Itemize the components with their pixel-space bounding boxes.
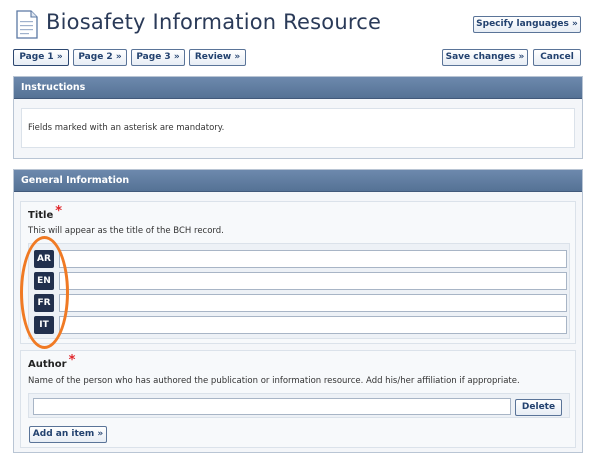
title-label-text: Title (28, 210, 54, 221)
page-title: Biosafety Information Resource (46, 10, 382, 34)
title-input-ar[interactable] (59, 250, 567, 268)
title-input-fr[interactable] (59, 294, 567, 312)
instructions-text: Fields marked with an asterisk are manda… (28, 123, 225, 133)
title-label: Title * (28, 204, 63, 222)
delete-author-button[interactable]: Delete (515, 399, 562, 416)
language-highlight-ring (20, 236, 69, 349)
general-information-heading: General Information (14, 170, 582, 192)
specify-languages-button[interactable]: Specify languages » (473, 16, 581, 33)
tab-page-3[interactable]: Page 3 » (131, 49, 185, 66)
author-input[interactable] (33, 398, 511, 415)
author-help-text: Name of the person who has authored the … (28, 376, 520, 386)
save-changes-button[interactable]: Save changes » (442, 49, 528, 66)
add-item-button[interactable]: Add an item » (29, 426, 107, 443)
tab-page-1[interactable]: Page 1 » (13, 49, 69, 66)
document-icon (16, 10, 38, 39)
author-required-mark: * (68, 353, 76, 368)
tab-page-2[interactable]: Page 2 » (73, 49, 127, 66)
title-required-mark: * (55, 204, 63, 219)
tab-review[interactable]: Review » (189, 49, 246, 66)
title-input-it[interactable] (59, 316, 567, 334)
title-input-en[interactable] (59, 272, 567, 290)
author-label-text: Author (28, 359, 67, 370)
instructions-panel: Instructions Fields marked with an aster… (13, 76, 583, 159)
author-label: Author * (28, 353, 76, 371)
title-help-text: This will appear as the title of the BCH… (28, 226, 224, 236)
instructions-heading: Instructions (14, 77, 582, 99)
instructions-box: Fields marked with an asterisk are manda… (21, 108, 575, 148)
cancel-button[interactable]: Cancel (533, 49, 581, 66)
